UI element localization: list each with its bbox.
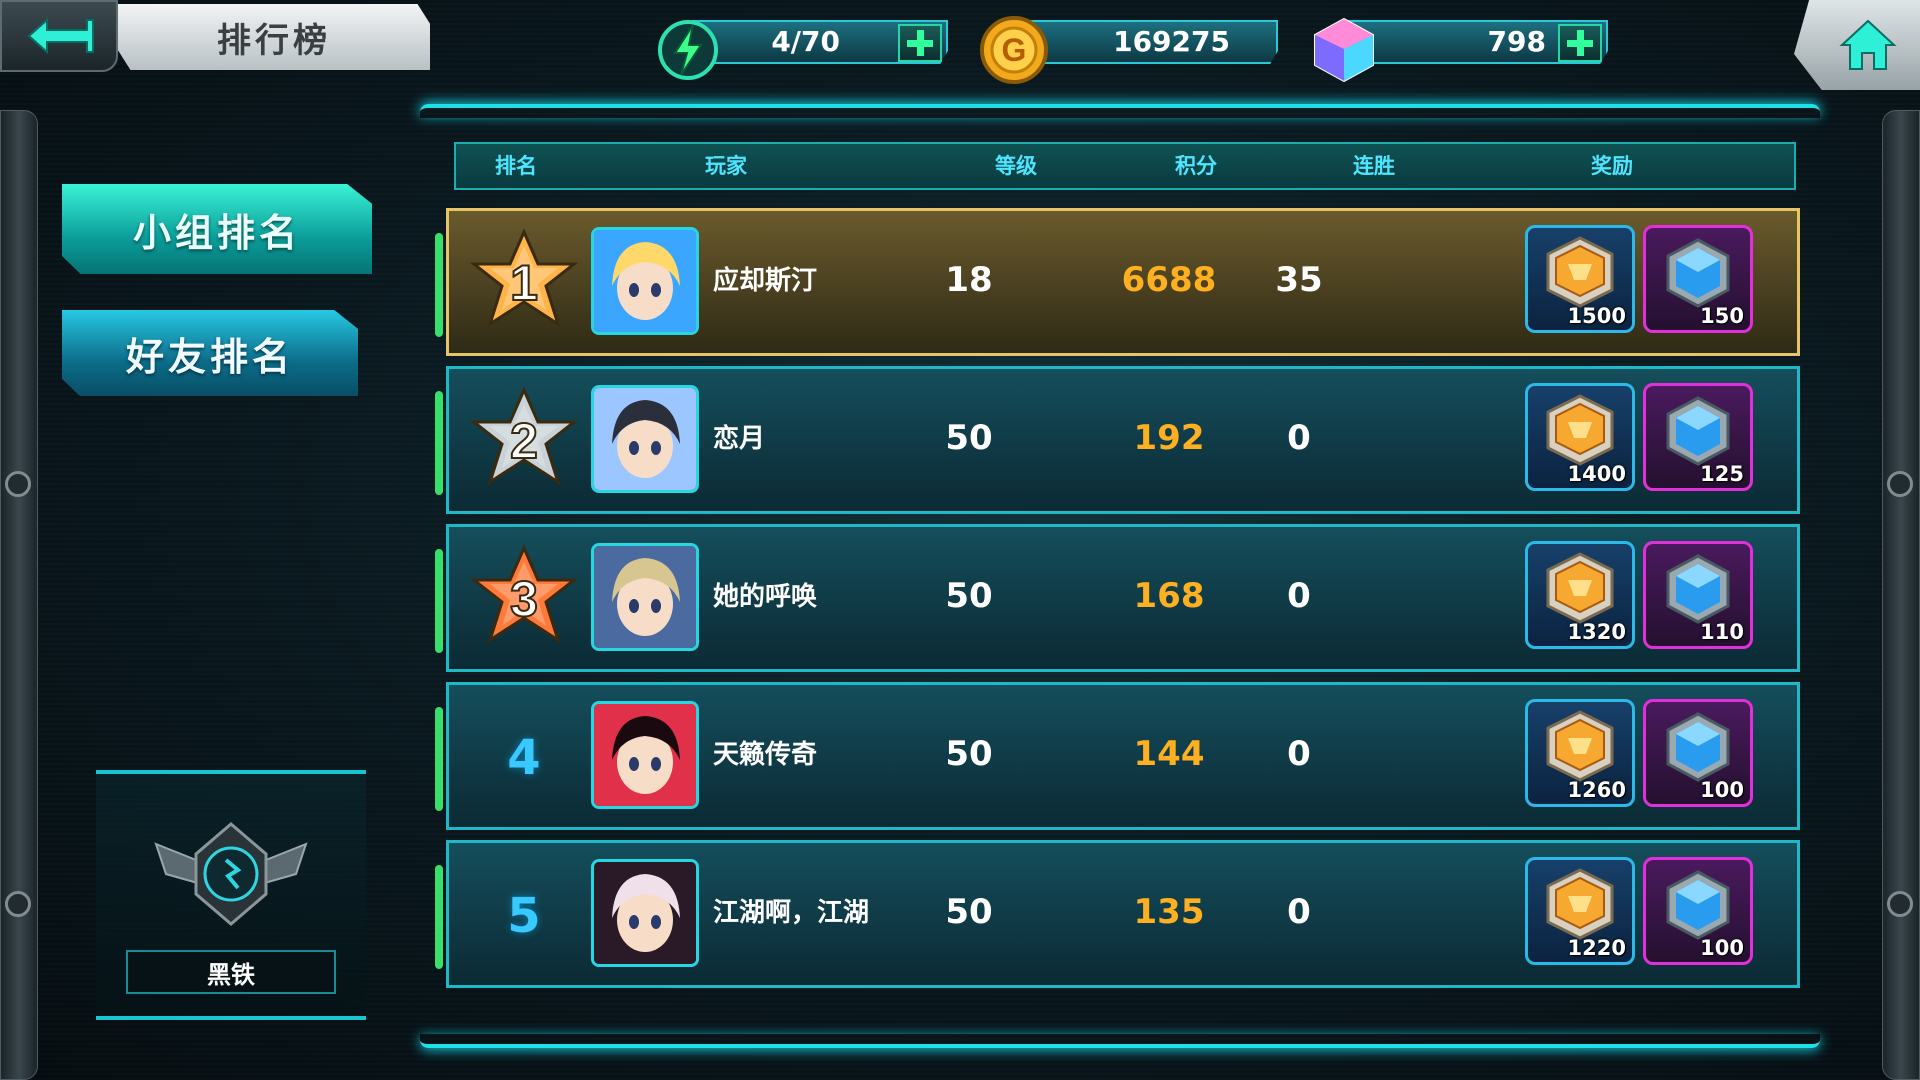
rank-number: 5 (507, 888, 541, 944)
svg-text:G: G (1002, 32, 1027, 68)
gold-reward-item[interactable]: 1400 (1525, 383, 1635, 491)
player-avatar[interactable] (591, 859, 699, 967)
player-score: 168 (1133, 576, 1205, 616)
rank-number: 1 (510, 255, 538, 311)
player-avatar[interactable] (591, 543, 699, 651)
player-name: 应却斯汀 (713, 266, 818, 296)
frame-bolt (1887, 471, 1913, 497)
gem-reward-amount: 125 (1700, 462, 1744, 486)
win-streak: 0 (1287, 892, 1311, 932)
gold-reward-item[interactable]: 1320 (1525, 541, 1635, 649)
col-score: 积分 (1175, 154, 1217, 178)
page-title-plate: 排行榜 (118, 4, 430, 70)
rank-number: 4 (507, 730, 541, 786)
gem-reward-item[interactable]: 110 (1643, 541, 1753, 649)
gem-reward-amount: 100 (1700, 936, 1744, 960)
gold-reward-amount: 1220 (1567, 936, 1626, 960)
rank-number: 3 (510, 571, 538, 627)
player-name: 江湖啊，江湖 (713, 898, 870, 928)
player-score: 192 (1133, 418, 1205, 458)
gold-reward-amount: 1400 (1567, 462, 1626, 486)
table-row[interactable]: 1 应却斯汀 18 6688 35 1500 150 (435, 208, 1800, 356)
bottom-neon-line (420, 1034, 1820, 1048)
gold-counter: G 169275 (978, 14, 1278, 84)
right-frame (1882, 110, 1920, 1080)
ranking-table-header: 排名 玩家 等级 积分 连胜 奖励 (454, 142, 1796, 190)
gold-reward-item[interactable]: 1220 (1525, 857, 1635, 965)
table-row[interactable]: 5 江湖啊，江湖 50 135 0 1220 100 (435, 840, 1800, 988)
player-score: 135 (1133, 892, 1205, 932)
gem-value: 798 (1487, 25, 1546, 58)
win-streak: 0 (1287, 576, 1311, 616)
gem-reward-item[interactable]: 100 (1643, 699, 1753, 807)
col-reward: 奖励 (1591, 154, 1633, 178)
player-avatar[interactable] (591, 385, 699, 493)
gold-reward-item[interactable]: 1500 (1525, 225, 1635, 333)
rank-emblem-icon (146, 814, 316, 934)
table-row[interactable]: 2 恋月 50 192 0 1400 125 (435, 366, 1800, 514)
frame-bolt (5, 471, 31, 497)
gem-icon (1308, 14, 1380, 86)
frame-bolt (5, 891, 31, 917)
gem-reward-item[interactable]: 100 (1643, 857, 1753, 965)
player-level: 50 (945, 576, 993, 616)
win-streak: 35 (1275, 260, 1323, 300)
rank-tier-name: 黑铁 (126, 950, 336, 994)
col-rank: 排名 (495, 154, 537, 178)
tab-friend-ranking[interactable]: 好友排名 (62, 310, 358, 396)
rank-tier-panel: 黑铁 (96, 770, 366, 1020)
player-avatar[interactable] (591, 227, 699, 335)
gem-reward-item[interactable]: 125 (1643, 383, 1753, 491)
tab-group-ranking[interactable]: 小组排名 (62, 184, 372, 274)
back-arrow-icon (27, 17, 94, 55)
add-gems-button[interactable] (1558, 24, 1602, 62)
gem-counter: 798 (1308, 14, 1608, 83)
player-level: 50 (945, 734, 993, 774)
gold-reward-amount: 1320 (1567, 620, 1626, 644)
back-button[interactable] (0, 0, 118, 72)
win-streak: 0 (1287, 734, 1311, 774)
col-level: 等级 (995, 154, 1037, 178)
left-frame (0, 110, 38, 1080)
table-row[interactable]: 4 天籁传奇 50 144 0 1260 100 (435, 682, 1800, 830)
lightning-icon (652, 14, 724, 86)
win-streak: 0 (1287, 418, 1311, 458)
page-title: 排行榜 (217, 20, 331, 61)
player-avatar[interactable] (591, 701, 699, 809)
table-row[interactable]: 3 她的呼唤 50 168 0 1320 110 (435, 524, 1800, 672)
gem-reward-item[interactable]: 150 (1643, 225, 1753, 333)
player-level: 18 (945, 260, 993, 300)
gem-reward-amount: 150 (1700, 304, 1744, 328)
player-level: 50 (945, 418, 993, 458)
gold-reward-amount: 1260 (1567, 778, 1626, 802)
player-score: 6688 (1121, 260, 1217, 300)
gold-reward-amount: 1500 (1567, 304, 1626, 328)
rank-star-badge-icon: 2 (465, 383, 583, 501)
player-score: 144 (1133, 734, 1205, 774)
col-player: 玩家 (705, 154, 747, 178)
home-button[interactable] (1794, 0, 1920, 90)
frame-bolt (1887, 891, 1913, 917)
gold-value: 169275 (1113, 25, 1230, 58)
add-stamina-button[interactable] (898, 24, 942, 62)
player-name: 她的呼唤 (713, 582, 818, 612)
rank-star-badge-icon: 3 (465, 541, 583, 659)
top-neon-line (420, 104, 1820, 118)
player-level: 50 (945, 892, 993, 932)
col-streak: 连胜 (1353, 154, 1395, 178)
gold-coin-icon: G (978, 14, 1050, 86)
player-name: 恋月 (713, 424, 766, 454)
rank-number: 2 (510, 413, 538, 469)
home-icon (1839, 19, 1897, 70)
gem-reward-amount: 100 (1700, 778, 1744, 802)
player-name: 天籁传奇 (713, 740, 818, 770)
rank-star-badge-icon: 1 (465, 225, 583, 343)
gold-reward-item[interactable]: 1260 (1525, 699, 1635, 807)
stamina-value: 4/70 (771, 25, 840, 58)
stamina-counter: 4/70 (652, 14, 948, 80)
gem-reward-amount: 110 (1700, 620, 1744, 644)
